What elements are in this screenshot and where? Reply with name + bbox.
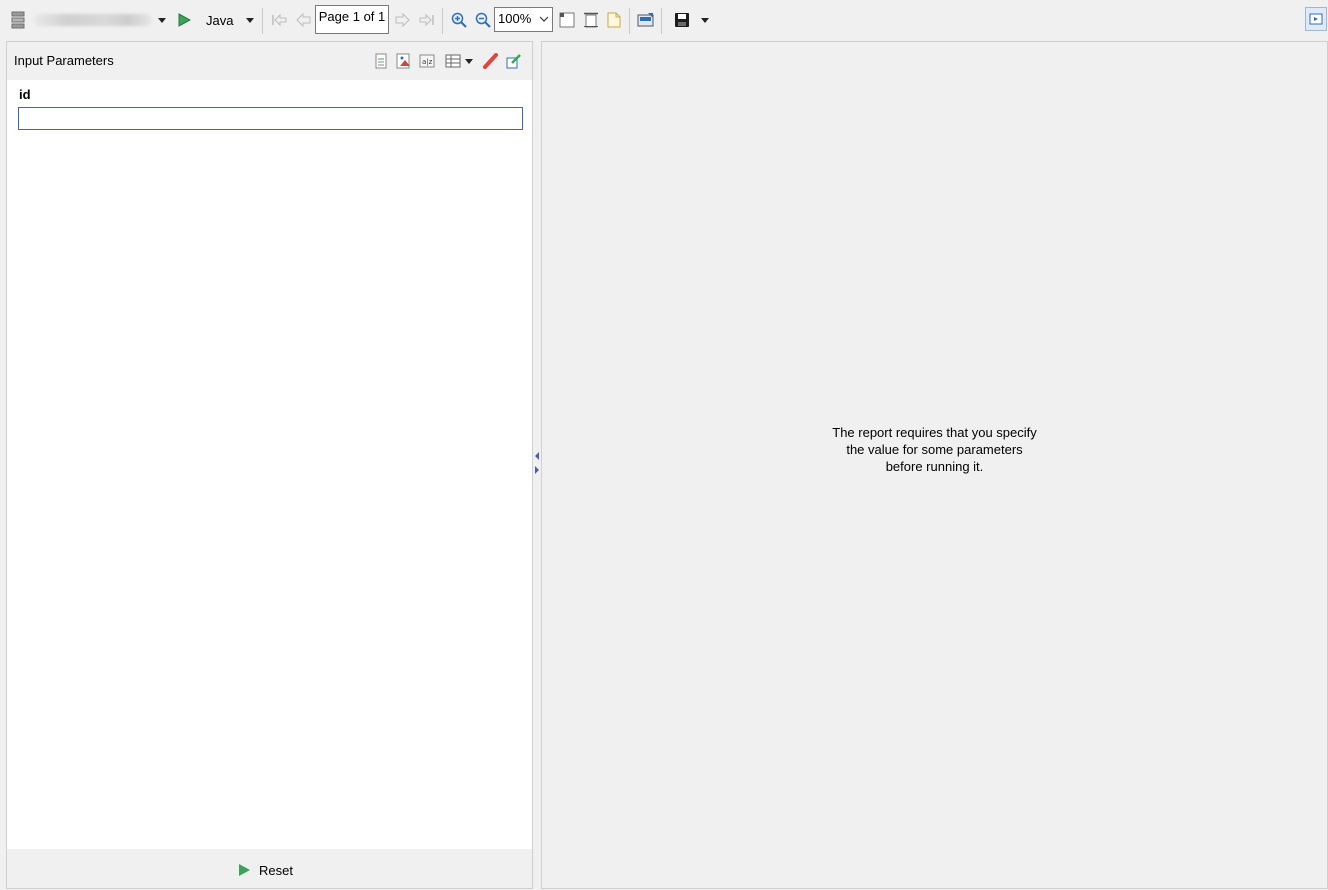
- sort-az-icon[interactable]: a|z: [418, 52, 436, 70]
- collapse-left-icon[interactable]: [535, 452, 539, 460]
- reset-label: Reset: [259, 862, 293, 878]
- message-line-1: The report requires that you specify: [832, 425, 1037, 440]
- parameters-required-message: The report requires that you specify the…: [782, 424, 1087, 475]
- zoom-select[interactable]: 100%: [494, 7, 553, 32]
- clear-icon[interactable]: [481, 52, 499, 70]
- zoom-out-icon[interactable]: [474, 8, 492, 32]
- main-toolbar: Java Page 1 of 1 100%: [0, 0, 1328, 40]
- edit-icon[interactable]: [505, 52, 523, 70]
- input-parameters-panel: Input Parameters a|z id Reset: [6, 41, 533, 889]
- data-source-name: [34, 14, 152, 26]
- export-icon[interactable]: [636, 8, 656, 32]
- zoom-in-icon[interactable]: [450, 8, 468, 32]
- chevron-down-icon: [539, 11, 549, 33]
- first-page-icon[interactable]: [270, 8, 288, 32]
- panel-splitter[interactable]: [533, 41, 541, 889]
- dropdown-icon[interactable]: [156, 8, 168, 32]
- save-dropdown-icon[interactable]: [699, 8, 711, 32]
- layout-dropdown-icon[interactable]: [463, 52, 475, 70]
- panel-title: Input Parameters: [14, 53, 114, 68]
- run-config-dropdown-icon[interactable]: [244, 8, 256, 32]
- fit-whole-page-icon[interactable]: [558, 8, 576, 32]
- page-indicator[interactable]: Page 1 of 1: [315, 5, 389, 34]
- zoom-value: 100%: [498, 11, 532, 26]
- maximize-icon[interactable]: [1305, 7, 1327, 31]
- report-preview-panel: The report requires that you specify the…: [541, 41, 1328, 889]
- svg-text:a|z: a|z: [422, 58, 433, 66]
- previous-page-icon[interactable]: [294, 8, 312, 32]
- message-line-2: the value for some parameters: [846, 442, 1023, 457]
- last-page-icon[interactable]: [418, 8, 436, 32]
- fit-page-width-icon[interactable]: [582, 8, 600, 32]
- reset-button[interactable]: Reset: [239, 861, 293, 879]
- panel-footer: Reset: [7, 849, 532, 888]
- param-input-id[interactable]: [18, 107, 523, 130]
- message-line-3: before running it.: [885, 459, 984, 474]
- run-target-label[interactable]: Java: [206, 13, 233, 28]
- actual-size-icon[interactable]: [606, 8, 622, 32]
- next-page-icon[interactable]: [394, 8, 412, 32]
- layout-icon[interactable]: [444, 52, 462, 70]
- collapse-all-icon[interactable]: [372, 52, 390, 70]
- database-icon[interactable]: [10, 8, 26, 32]
- expand-right-icon[interactable]: [535, 466, 539, 474]
- panel-header: Input Parameters a|z: [7, 42, 532, 80]
- image-icon[interactable]: [395, 52, 413, 70]
- run-icon[interactable]: [175, 8, 193, 32]
- param-label-id: id: [19, 87, 31, 102]
- play-icon: [239, 864, 250, 876]
- save-icon[interactable]: [673, 8, 691, 32]
